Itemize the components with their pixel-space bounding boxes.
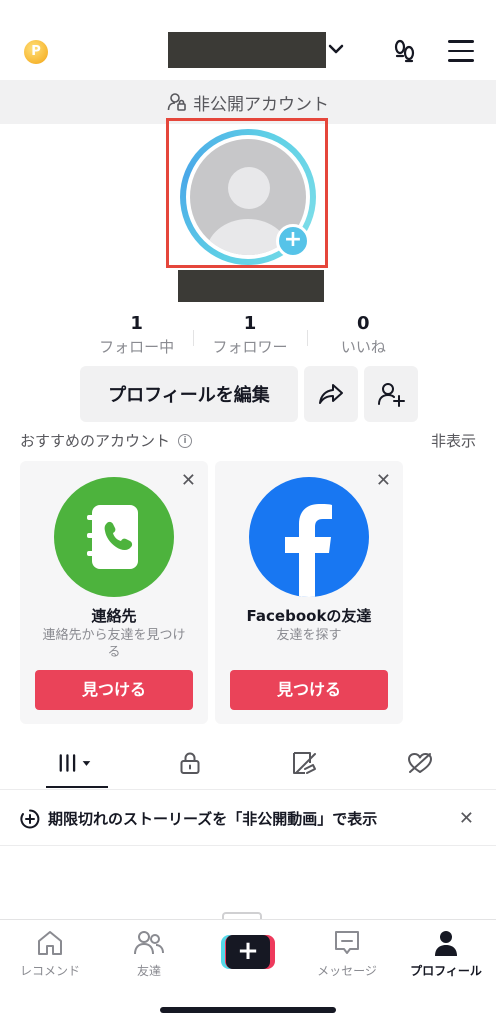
card-title: 連絡先 — [91, 607, 137, 625]
home-icon — [38, 931, 62, 955]
nav-label: レコメンド — [19, 964, 80, 978]
find-facebook-friends-button[interactable]: 見つける — [230, 670, 388, 710]
inbox-icon — [335, 931, 359, 954]
grid-icon — [59, 754, 91, 772]
username-redacted[interactable] — [168, 32, 326, 68]
active-tab-indicator — [46, 786, 108, 788]
nav-label: プロフィール — [410, 964, 482, 978]
stat-label: フォロー中 — [99, 338, 175, 356]
create-button[interactable]: + — [221, 935, 275, 969]
home-indicator — [160, 1007, 336, 1013]
card-description: 友達を探す — [276, 628, 342, 643]
hide-suggestions-link[interactable]: 非表示 — [431, 430, 476, 451]
profile-icon — [435, 931, 457, 956]
contacts-book-icon — [54, 477, 174, 597]
info-icon[interactable]: i — [178, 433, 193, 448]
tab-reposts[interactable] — [284, 748, 324, 778]
nav-label: 友達 — [136, 964, 161, 978]
tab-private[interactable] — [170, 748, 210, 778]
nav-label: メッセージ — [317, 964, 377, 978]
tagged-icon — [293, 752, 316, 774]
edit-profile-button[interactable]: プロフィールを編集 — [80, 366, 298, 422]
expired-stories-banner[interactable]: 期限切れのストーリーズを「非公開動画」で表示 ✕ — [0, 792, 496, 846]
share-profile-button[interactable] — [304, 366, 358, 422]
stat-label: いいね — [340, 338, 386, 356]
add-avatar-button[interactable]: + — [276, 224, 310, 258]
nav-inbox[interactable]: メッセージ — [297, 928, 397, 979]
banner-text: 期限切れのストーリーズを「非公開動画」で表示 — [48, 810, 378, 828]
close-icon[interactable]: ✕ — [181, 471, 196, 491]
stat-value: 1 — [130, 313, 143, 334]
footprints-icon[interactable] — [392, 38, 418, 64]
display-name-redacted — [178, 270, 324, 302]
create-plus-icon: + — [226, 935, 270, 969]
private-account-label: 非公開アカウント — [193, 94, 329, 115]
add-circle-icon — [20, 809, 40, 828]
stat-followers[interactable]: 1 フォロワー — [193, 312, 306, 362]
liked-icon — [408, 753, 432, 773]
facebook-icon — [249, 477, 369, 597]
lock-icon — [180, 752, 200, 774]
close-icon[interactable]: ✕ — [459, 808, 474, 829]
card-title: Facebookの友達 — [246, 607, 372, 625]
stat-value: 0 — [357, 313, 370, 334]
tab-liked[interactable] — [400, 748, 440, 778]
coin-icon[interactable]: P — [24, 40, 48, 64]
stat-label: フォロワー — [212, 338, 288, 356]
share-icon — [319, 384, 343, 404]
tab-videos[interactable] — [56, 748, 96, 778]
stat-value: 1 — [243, 313, 257, 334]
top-header: P — [0, 0, 496, 80]
suggested-accounts-header: おすすめのアカウント i — [20, 430, 193, 451]
profile-stats: 1 フォロー中 1 フォロワー 0 いいね — [80, 312, 420, 362]
stat-following[interactable]: 1 フォロー中 — [80, 312, 193, 362]
stat-likes[interactable]: 0 いいね — [306, 312, 420, 362]
suggestion-card-facebook: ✕ Facebookの友達 友達を探す 見つける — [215, 461, 403, 724]
nav-friends[interactable]: 友達 — [99, 928, 199, 979]
card-description: 連絡先から友達を見つける — [42, 628, 186, 660]
add-friend-button[interactable] — [364, 366, 418, 422]
add-user-icon — [378, 383, 405, 407]
close-icon[interactable]: ✕ — [376, 471, 391, 491]
chevron-down-icon[interactable] — [326, 34, 346, 64]
suggestion-card-contacts: ✕ 連絡先 連絡先から友達を見つける 見つける — [20, 461, 208, 724]
nav-recommend[interactable]: レコメンド — [0, 928, 100, 979]
content-tabs — [0, 734, 496, 790]
suggested-title: おすすめのアカウント — [20, 432, 171, 450]
nav-profile[interactable]: プロフィール — [396, 928, 496, 979]
menu-icon[interactable] — [448, 40, 474, 62]
find-contacts-button[interactable]: 見つける — [35, 670, 193, 710]
user-lock-icon — [167, 93, 186, 111]
friends-icon — [134, 931, 164, 955]
